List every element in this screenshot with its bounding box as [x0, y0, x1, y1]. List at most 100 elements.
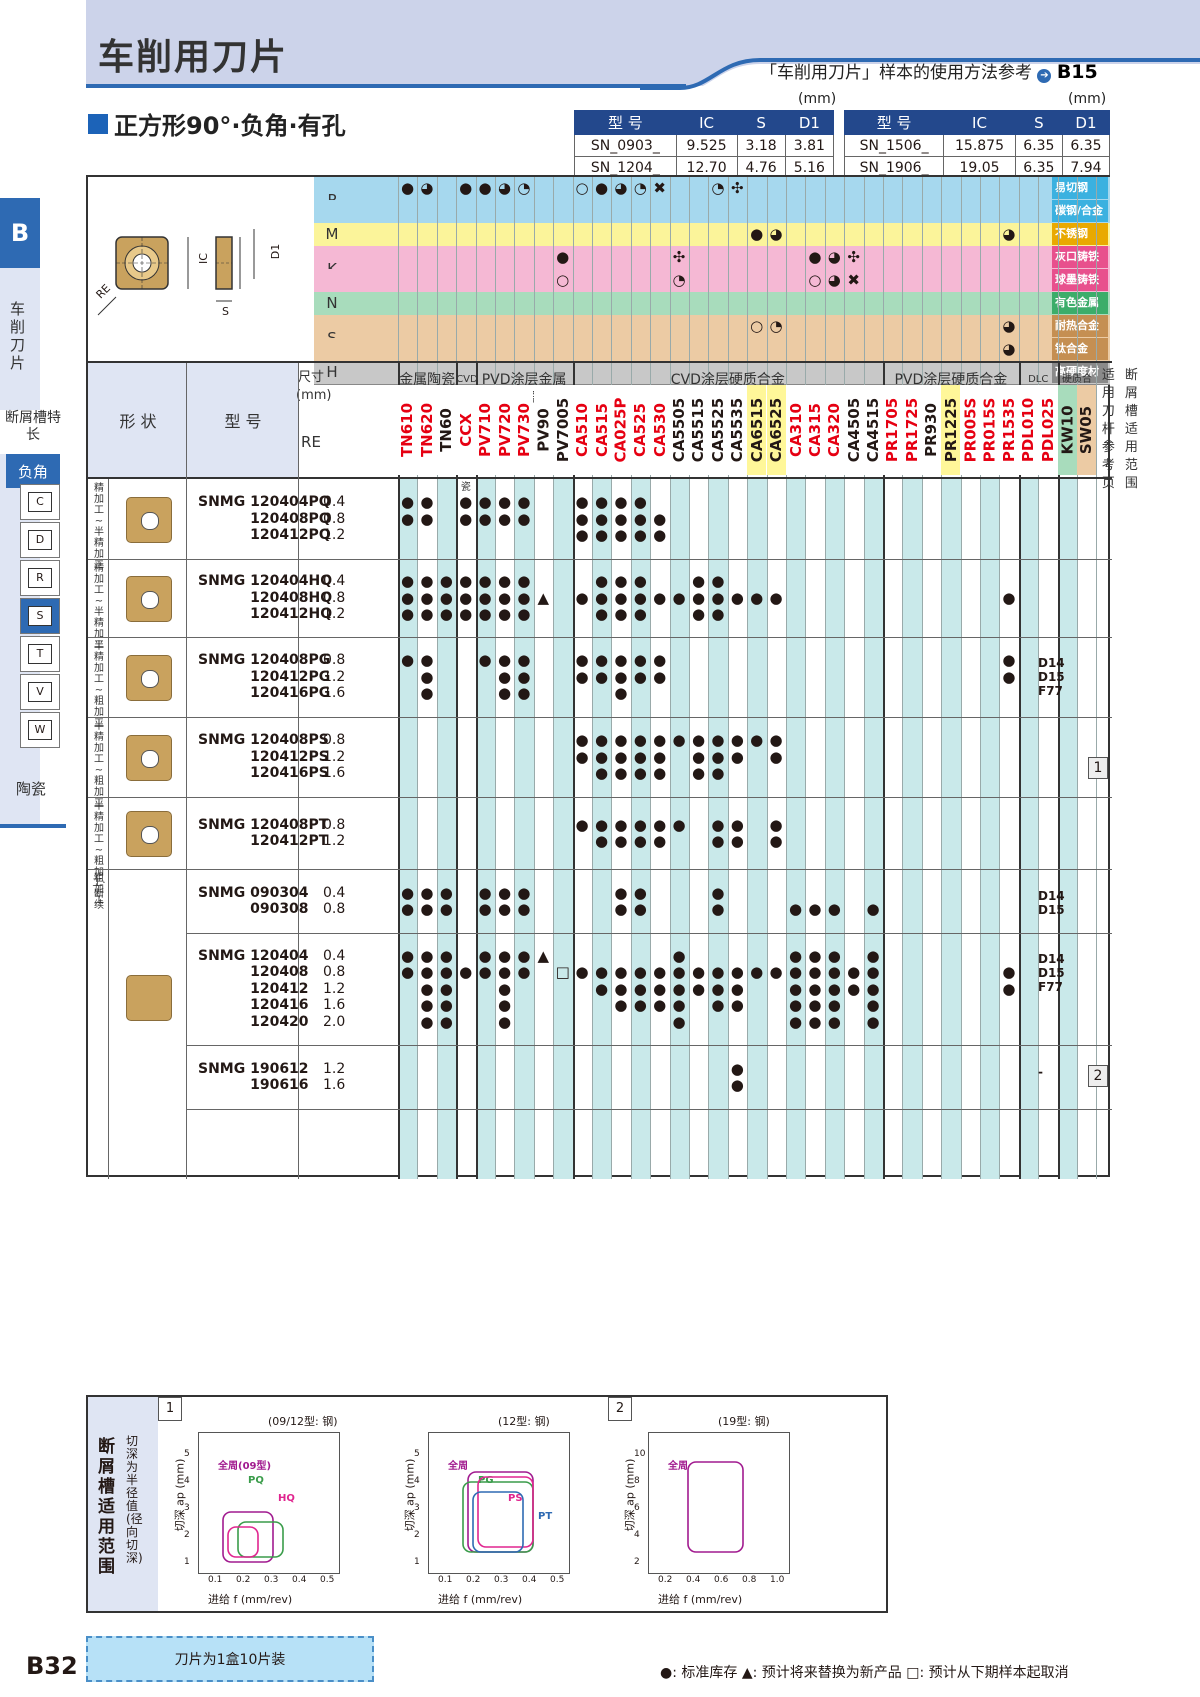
dim-cell: 6.35 [1014, 134, 1063, 157]
recommendation-mark: ◕ [1002, 225, 1016, 243]
stock-mark: ● [788, 900, 803, 918]
chart-ytick: 4 [634, 1530, 640, 1540]
stock-mark: ● [633, 764, 647, 783]
stock-mark: ● [711, 883, 725, 902]
stock-mark: ● [594, 605, 609, 624]
stock-mark: ● [653, 509, 667, 528]
chip-range-chart: 断屑槽适用范围 切深为半径值(径向切深) 1 (09/12型: 钢) 切深 ap (… [86, 1395, 888, 1613]
section-title: 正方形90°·负角·有孔 [88, 106, 346, 141]
product-row-line [88, 869, 1112, 870]
material-label: 钛合金 [1052, 338, 1108, 360]
grade-name: PR1225 [941, 397, 960, 463]
stock-mark: ● [633, 996, 647, 1015]
process-divider [88, 717, 186, 718]
stock-mark: ● [711, 731, 725, 750]
grade-name: CA6525 [767, 397, 786, 463]
stock-mark: ● [711, 572, 725, 591]
column-line [980, 177, 981, 1179]
s-label: S [222, 305, 229, 318]
shape-button-d[interactable]: D [20, 522, 60, 558]
product-model: SNMG 120404PQ 120408PQ 120412PQ [198, 494, 331, 544]
page-title: 车削用刀片 [98, 37, 289, 78]
column-line [1077, 177, 1078, 1179]
stock-mark: ● [633, 572, 647, 591]
stock-mark: ● [517, 572, 531, 591]
shape-button-s[interactable]: S [20, 598, 60, 634]
shape-button-v[interactable]: V [20, 674, 60, 710]
stock-mark: ● [420, 946, 434, 965]
grade-header-pr1725: PR1725 [902, 385, 922, 475]
process-divider [88, 797, 186, 798]
grade-header-ca6515: CA6515 [747, 385, 767, 475]
stock-mark: ● [497, 588, 512, 607]
stock-mark: ● [439, 996, 453, 1015]
dim-header: 型 号 [843, 110, 945, 135]
grade-name: CA4515 [864, 397, 883, 463]
grade-header-tn60: TN60 [436, 385, 456, 475]
chart-xtick: 0.8 [742, 1575, 757, 1585]
stock-mark: ● [1002, 667, 1016, 686]
material-row [314, 246, 1110, 270]
page-number: B32 [26, 1652, 78, 1680]
rough-image [126, 975, 172, 1021]
holder-reference: - [1038, 1064, 1043, 1079]
stock-mark: ● [459, 493, 473, 512]
shape-w-icon: W [28, 720, 52, 740]
shape-v-icon: V [28, 682, 52, 702]
grade-name: PR1705 [883, 397, 902, 463]
material-row [314, 338, 1110, 362]
stock-mark: ● [459, 509, 473, 528]
dim-header: IC [675, 110, 738, 135]
stock-mark: ● [400, 572, 415, 591]
insert-dimension-diagram [97, 229, 255, 316]
range-tag[interactable]: 2 [1088, 1065, 1108, 1087]
recommendation-mark: ◕ [827, 248, 841, 266]
d1-label: D1 [269, 243, 283, 260]
product-re: 0.4 0.8 1.2 1.6 2.0 [323, 947, 346, 1030]
stock-mark: ● [769, 832, 783, 850]
shape-button-r[interactable]: R [20, 560, 60, 596]
negative-angle-tab[interactable]: 负角 [6, 454, 60, 488]
stock-mark: ● [827, 996, 841, 1015]
recommendation-mark: ◔ [517, 179, 531, 197]
chart-tag: 2 [608, 1397, 632, 1421]
stock-mark: ● [420, 588, 434, 607]
stock-mark: ● [691, 764, 706, 783]
stock-mark: ● [575, 667, 589, 686]
stock-mark: ● [594, 651, 609, 670]
recommendation-mark: ✖ [847, 271, 860, 289]
recommendation-mark: ◕ [420, 179, 434, 197]
stock-mark: ● [633, 731, 647, 750]
recommendation-mark: ● [459, 179, 473, 197]
product-model: SNMG 120408PS 120412PS 120416PS [198, 732, 329, 782]
stock-mark: ● [691, 588, 706, 607]
shape-button-w[interactable]: W [20, 712, 60, 748]
reference-note[interactable]: 「车削用刀片」样本的使用方法参考 ➔ B15 [760, 58, 1098, 83]
stock-mark: ● [788, 1012, 803, 1031]
range-tag[interactable]: 1 [1088, 757, 1108, 779]
column-stripe [747, 477, 767, 1179]
chart-ytick: 5 [414, 1449, 420, 1459]
chart-ytick: 8 [634, 1476, 640, 1486]
stock-mark: ● [808, 963, 822, 982]
grade-name: CA5525 [708, 397, 727, 463]
sidebar-ceramic-link[interactable]: 陶瓷 [16, 778, 46, 799]
recommendation-mark: ◕ [1002, 317, 1016, 335]
process-label: 半精加工~粗加工·断续 [92, 801, 106, 911]
stock-mark: ● [653, 588, 667, 607]
shape-button-t[interactable]: T [20, 636, 60, 672]
stock-mark: ● [711, 963, 725, 982]
column-stripe [1018, 477, 1039, 1179]
stock-mark: ● [827, 1012, 841, 1031]
column-line [689, 177, 690, 1179]
stock-mark: ● [420, 900, 434, 918]
stock-mark: ● [478, 651, 492, 670]
shape-button-c[interactable]: C [20, 484, 60, 520]
stock-mark: ● [711, 747, 725, 766]
stock-mark: ● [575, 509, 589, 528]
stock-mark: ● [614, 963, 628, 982]
sidebar-tab-b[interactable]: B [0, 198, 40, 268]
holder-reference: D14 D15 [1038, 888, 1065, 917]
chart-ytick: 4 [184, 1476, 190, 1486]
grade-header-pr930: PR930 [921, 385, 941, 475]
